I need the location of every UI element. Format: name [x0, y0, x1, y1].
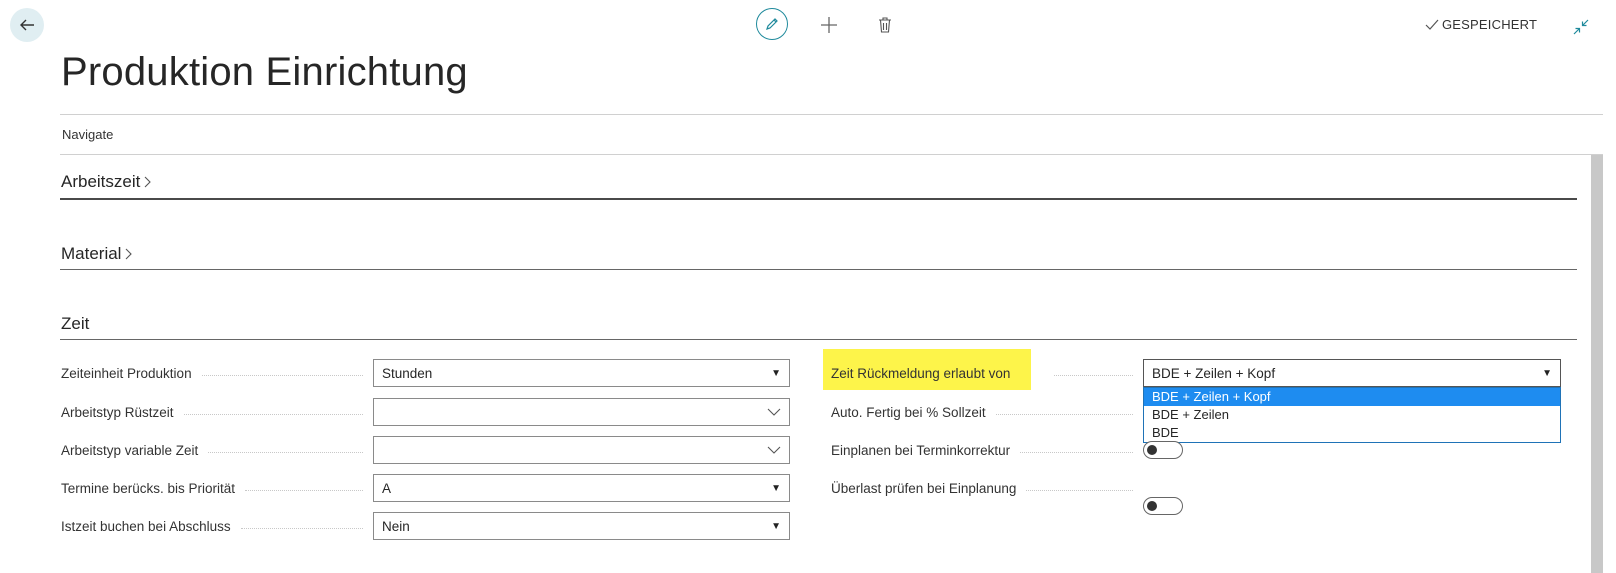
field-label: Arbeitstyp Rüstzeit	[61, 404, 174, 420]
delete-button[interactable]	[871, 11, 899, 39]
section-zeit-underline	[60, 339, 1577, 340]
section-arbeitszeit-underline	[60, 198, 1577, 200]
select-value: A	[382, 480, 392, 496]
field-arbeitstyp-ruestzeit: Arbeitstyp Rüstzeit	[61, 403, 373, 421]
navigate-menu[interactable]: Navigate	[62, 127, 113, 142]
ueberlast-pruefen-toggle[interactable]	[1143, 497, 1183, 515]
einplanen-terminkorrektur-toggle[interactable]	[1143, 441, 1183, 459]
field-istzeit-buchen: Istzeit buchen bei Abschluss	[61, 517, 373, 535]
field-label: Termine berücks. bis Priorität	[61, 480, 236, 496]
triangle-down-icon: ▼	[1542, 367, 1552, 379]
pencil-icon	[766, 18, 778, 30]
field-label: Auto. Fertig bei % Sollzeit	[831, 404, 986, 420]
field-label: Zeiteinheit Produktion	[61, 365, 192, 381]
select-value: BDE + Zeilen + Kopf	[1152, 365, 1276, 381]
chevron-right-icon	[144, 176, 152, 188]
section-arbeitszeit[interactable]: Arbeitszeit	[61, 172, 152, 192]
zeiteinheit-produktion-select[interactable]: Stunden ▼	[373, 359, 790, 387]
saved-label: GESPEICHERT	[1442, 17, 1538, 32]
chevron-down-icon	[767, 446, 781, 454]
field-label: Arbeitstyp variable Zeit	[61, 442, 199, 458]
field-zeiteinheit-produktion: Zeiteinheit Produktion	[61, 364, 373, 382]
istzeit-buchen-select[interactable]: Nein ▼	[373, 512, 790, 540]
back-button[interactable]	[10, 8, 44, 42]
toggle-knob	[1147, 501, 1157, 511]
field-label: Zeit Rückmeldung erlaubt von	[831, 365, 1011, 381]
select-value: Nein	[382, 518, 410, 534]
select-value: Stunden	[382, 365, 433, 381]
trash-icon	[879, 17, 891, 33]
edit-button[interactable]	[756, 8, 788, 40]
section-zeit-label: Zeit	[61, 314, 90, 333]
field-ueberlast-pruefen: Überlast prüfen bei Einplanung	[831, 479, 1143, 497]
field-label: Überlast prüfen bei Einplanung	[831, 480, 1017, 496]
field-arbeitstyp-variable-zeit: Arbeitstyp variable Zeit	[61, 441, 373, 459]
dropdown-option[interactable]: BDE + Zeilen	[1144, 406, 1560, 424]
field-einplanen-terminkorrektur: Einplanen bei Terminkorrektur	[831, 441, 1143, 459]
field-auto-fertig: Auto. Fertig bei % Sollzeit	[831, 403, 1143, 421]
zeit-rueckmeldung-select[interactable]: BDE + Zeilen + Kopf ▼	[1143, 359, 1561, 387]
plus-icon	[821, 17, 837, 33]
checkmark-icon	[1425, 19, 1439, 30]
section-material-underline	[60, 269, 1577, 270]
zeit-rueckmeldung-dropdown[interactable]: BDE + Zeilen + Kopf BDE + Zeilen BDE	[1143, 387, 1561, 443]
field-label: Istzeit buchen bei Abschluss	[61, 518, 231, 534]
arbeitstyp-ruestzeit-lookup[interactable]	[373, 398, 790, 426]
section-material-label: Material	[61, 244, 122, 263]
field-termine-prioritaet: Termine berücks. bis Priorität	[61, 479, 373, 497]
saved-status: GESPEICHERT	[1425, 17, 1537, 32]
navigate-divider	[60, 154, 1603, 155]
chevron-right-icon	[126, 248, 133, 260]
arbeitstyp-variable-zeit-lookup[interactable]	[373, 436, 790, 464]
page-title: Produktion Einrichtung	[61, 50, 468, 94]
collapse-button[interactable]	[1570, 16, 1592, 38]
dropdown-option[interactable]: BDE	[1144, 424, 1560, 442]
triangle-down-icon: ▼	[771, 482, 781, 494]
triangle-down-icon: ▼	[771, 367, 781, 379]
toggle-knob	[1147, 445, 1157, 455]
collapse-arrows-icon	[1573, 19, 1589, 35]
new-button[interactable]	[815, 11, 843, 39]
section-material[interactable]: Material	[61, 244, 133, 264]
dropdown-option[interactable]: BDE + Zeilen + Kopf	[1144, 388, 1560, 406]
field-label: Einplanen bei Terminkorrektur	[831, 442, 1011, 458]
scrollbar[interactable]	[1591, 155, 1603, 573]
arrow-left-icon	[20, 19, 34, 31]
section-zeit[interactable]: Zeit	[61, 314, 89, 334]
section-arbeitszeit-label: Arbeitszeit	[61, 172, 141, 191]
title-divider	[60, 114, 1603, 115]
field-zeit-rueckmeldung: Zeit Rückmeldung erlaubt von	[831, 364, 1143, 382]
termine-prioritaet-select[interactable]: A ▼	[373, 474, 790, 502]
triangle-down-icon: ▼	[771, 520, 781, 532]
chevron-down-icon	[767, 408, 781, 416]
